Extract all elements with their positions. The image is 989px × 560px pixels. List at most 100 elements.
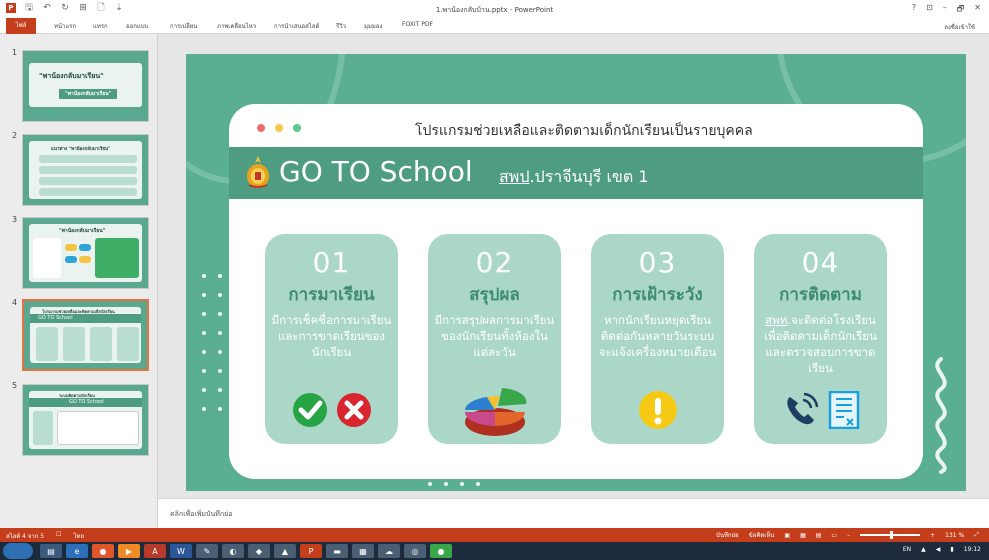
help-icon[interactable]: ?: [912, 3, 916, 17]
comments-button[interactable]: ข้อคิดเห็น: [749, 530, 775, 540]
phone-icon: [786, 392, 818, 425]
section-number: 02: [475, 246, 514, 279]
media-icon[interactable]: ●: [92, 544, 114, 558]
slide-thumbnail-1[interactable]: "พาน้องกลับมาเรียน" "พาน้องกลับมาเรียน": [22, 50, 149, 122]
section-number: 04: [801, 246, 840, 279]
yellow-dot-icon: [275, 124, 283, 132]
section-number: 01: [312, 246, 351, 279]
slide-thumbnail-5[interactable]: ระบบติดตามนักเรียน GO TO School: [22, 384, 149, 456]
maximize-button[interactable]: 🗗: [957, 3, 965, 17]
slide-thumbnail-2[interactable]: แนวทาง "พาน้องกลับมาเรียน": [22, 134, 149, 206]
tool-icon[interactable]: ✎: [196, 544, 218, 558]
tray-arrow-icon[interactable]: ▲: [921, 546, 926, 553]
taskbar-apps: ▤ e ● ▶ A W ✎ ◐ ◆ ▲ P ▬ ▦ ☁ ◎ ●: [40, 544, 452, 558]
notes-button[interactable]: บันทึกย่อ: [716, 530, 739, 540]
slide-counter: สไลด์ 4 จาก 5: [6, 533, 45, 540]
emblem-icon: [247, 156, 269, 188]
explorer-icon[interactable]: ▤: [40, 544, 62, 558]
slide-thumbnail-3[interactable]: "พาน้องกลับมาเรียน": [22, 217, 149, 289]
language-indicator[interactable]: ไทย: [74, 531, 85, 541]
notes-pane[interactable]: คลิกเพื่อเพิ่มบันทึกย่อ: [158, 498, 989, 528]
close-button[interactable]: ✕: [974, 3, 981, 17]
window-title: 1.พาน้องกลับบ้าน.pptx - PowerPoint: [435, 6, 554, 14]
thumbnail-title: "พาน้องกลับมาเรียน": [39, 72, 104, 80]
section-title: การมาเรียน: [288, 285, 375, 305]
slideshow-icon[interactable]: ▭: [831, 532, 837, 539]
thumbnail-number: 1: [12, 48, 18, 57]
tab-view[interactable]: มุมมอง: [364, 21, 382, 31]
red-dot-icon: [257, 124, 265, 132]
status-bar: สไลด์ 4 จาก 5 ☐ ไทย บันทึกย่อ ข้อคิดเห็น…: [0, 528, 989, 542]
ribbon-display-icon[interactable]: ⊡: [926, 3, 933, 17]
spellcheck-icon[interactable]: ☐: [56, 531, 61, 541]
section-title: การเฝ้าระวัง: [612, 285, 703, 305]
tab-file[interactable]: ไฟล์: [6, 18, 36, 34]
section-card-monitoring: 03 การเฝ้าระวัง หากนักเรียนหยุดเรียนติดต…: [591, 234, 724, 444]
network-icon[interactable]: ▮: [950, 546, 953, 553]
section-card-summary: 02 สรุปผล มีการสรุปผลการมาเรียนของนักเรี…: [428, 234, 561, 444]
flag-icon[interactable]: ▬: [326, 544, 348, 558]
document-icon: [828, 391, 859, 429]
tab-foxit-pdf[interactable]: FOXIT PDF: [402, 21, 433, 28]
section-number: 03: [638, 246, 677, 279]
tab-animations[interactable]: ภาพเคลื่อนไหว: [217, 21, 256, 31]
window-dots: [257, 124, 301, 132]
warning-icon: [638, 391, 677, 429]
folder-icon[interactable]: ▲: [274, 544, 296, 558]
tab-slideshow[interactable]: การนำเสนอสไลด์: [274, 21, 319, 31]
tab-design[interactable]: ออกแบบ: [126, 21, 148, 31]
fit-to-window-icon[interactable]: ⤢: [974, 531, 979, 539]
pdf-icon[interactable]: A: [144, 544, 166, 558]
slide-sorter-icon[interactable]: ▦: [800, 532, 806, 539]
slide-canvas[interactable]: โปรแกรมช่วยเหลือและติดตามเด็กนักเรียนเป็…: [186, 54, 966, 491]
slide-editor: โปรแกรมช่วยเหลือและติดตามเด็กนักเรียนเป็…: [158, 34, 989, 528]
ie-icon[interactable]: e: [66, 544, 88, 558]
zoom-slider[interactable]: [860, 531, 921, 539]
section-description: มีการเช็คชื่อการมาเรียนและการขาดเรียนของ…: [271, 313, 392, 359]
section-description: สพท.จะติดต่อโรงเรียนเพื่อติดตามเด็กนักเร…: [754, 312, 887, 376]
window-controls: ? ⊡ – 🗗 ✕: [912, 3, 981, 17]
section-description: หากนักเรียนหยุดเรียนติดต่อกันหลายวันระบบ…: [598, 313, 717, 359]
word-icon[interactable]: W: [170, 544, 192, 558]
zoom-out-button[interactable]: –: [847, 532, 850, 539]
thumbnail-title: แนวทาง "พาน้องกลับมาเรียน": [51, 147, 111, 152]
paint-icon[interactable]: ◐: [222, 544, 244, 558]
decorative-dots: [202, 274, 223, 411]
tab-review[interactable]: รีวิว: [336, 21, 346, 31]
zoom-level[interactable]: 131 %: [945, 532, 964, 539]
sign-in-link[interactable]: ลงชื่อเข้าใช้: [944, 22, 975, 32]
minimize-button[interactable]: –: [943, 3, 947, 17]
chrome-icon[interactable]: ◎: [404, 544, 426, 558]
player-icon[interactable]: ▶: [118, 544, 140, 558]
line-icon[interactable]: ●: [430, 544, 452, 558]
zoom-in-button[interactable]: +: [930, 532, 935, 539]
tab-insert[interactable]: แทรก: [93, 21, 108, 31]
start-button[interactable]: [3, 543, 33, 559]
thumbnail-subtitle: GO TO School: [69, 399, 104, 405]
cloud-icon[interactable]: ☁: [378, 544, 400, 558]
zoom-slider-handle[interactable]: [890, 531, 894, 539]
clock[interactable]: 19:12: [964, 546, 981, 553]
section-card-attendance: 01 การมาเรียน มีการเช็คชื่อการมาเรียนและ…: [265, 234, 398, 444]
powerpoint-taskbar-icon[interactable]: P: [300, 544, 322, 558]
sub-rest: .ปราจีนบุรี เขต 1: [529, 167, 649, 186]
calculator-icon[interactable]: ▦: [352, 544, 374, 558]
slide-thumbnail-4[interactable]: โปรแกรมช่วยเหลือและติดตามเด็กนักเรียน GO…: [22, 299, 149, 371]
pie-chart-icon: [464, 388, 526, 436]
thumbnail-number: 5: [12, 381, 18, 390]
normal-view-icon[interactable]: ▣: [784, 532, 790, 539]
volume-icon[interactable]: ◀: [936, 546, 941, 553]
reading-view-icon[interactable]: ▤: [816, 532, 822, 539]
title-bar: P 🖫 ↶ ↻ ⊞ 🗋 ⇣ 1.พาน้องกลับบ้าน.pptx - Po…: [0, 0, 989, 18]
content-card: โปรแกรมช่วยเหลือและติดตามเด็กนักเรียนเป็…: [229, 104, 923, 479]
tab-transitions[interactable]: การเปลี่ยน: [170, 21, 197, 31]
section-card-follow-up: 04 การติดตาม สพท.จะติดต่อโรงเรียนเพื่อติ…: [754, 234, 887, 444]
sub-prefix: สพป: [499, 167, 530, 186]
input-language[interactable]: EN: [903, 546, 911, 553]
desc-prefix: สพท: [765, 313, 788, 327]
app-icon[interactable]: ◆: [248, 544, 270, 558]
slide-headline: โปรแกรมช่วยเหลือและติดตามเด็กนักเรียนเป็…: [415, 123, 753, 139]
tab-home[interactable]: หน้าแรก: [54, 21, 76, 31]
section-title: การติดตาม: [779, 285, 862, 305]
decorative-squiggle: [935, 357, 947, 474]
